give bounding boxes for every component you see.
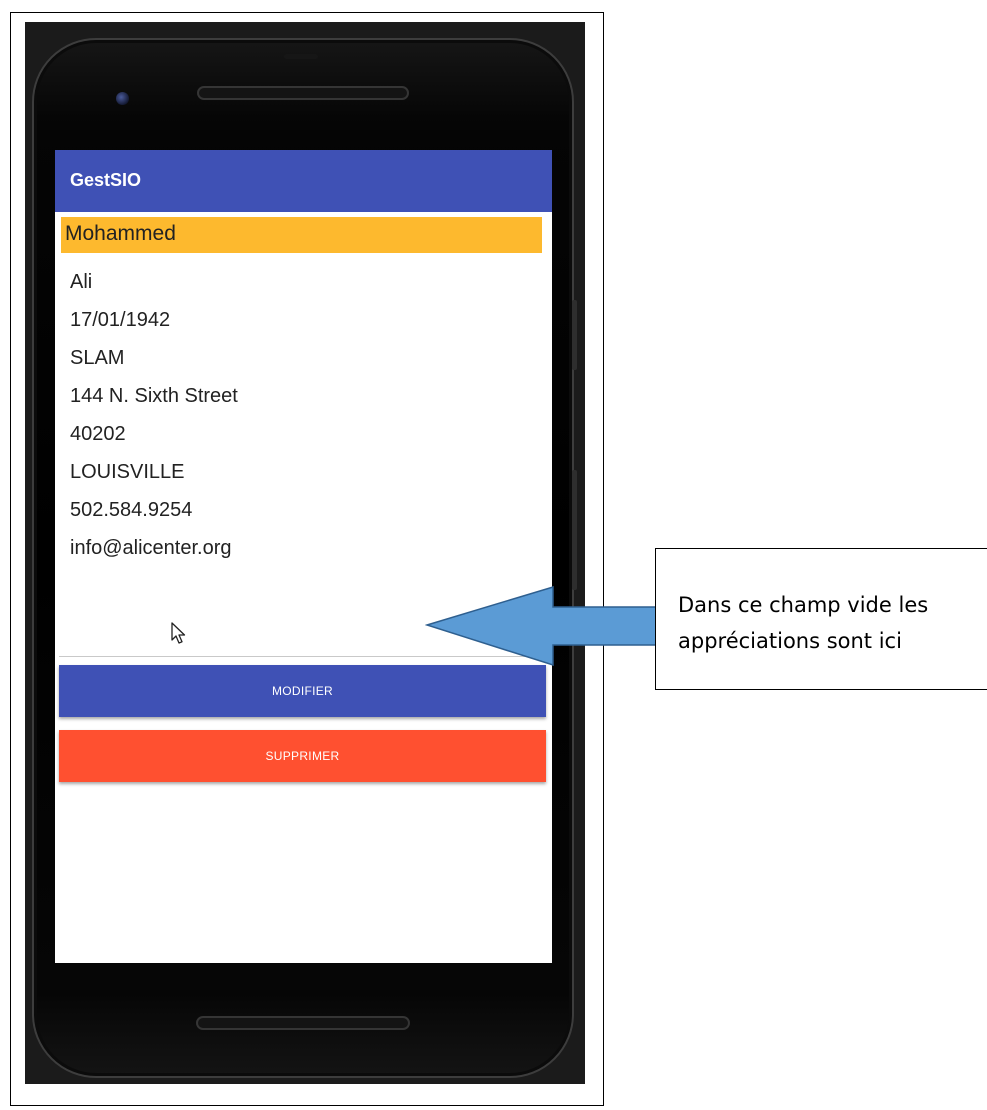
telephone-field[interactable]: 502.584.9254 — [70, 499, 192, 522]
code-postal-field[interactable]: 40202 — [70, 423, 126, 446]
earpiece-speaker — [197, 86, 409, 100]
nom-field[interactable]: Mohammed — [61, 217, 542, 253]
phone-screen: GestSIO Mohammed Ali 17/01/1942 SLAM 144… — [55, 150, 552, 963]
annotation-line-1: Dans ce champ vide les — [678, 593, 929, 617]
date-naissance-field[interactable]: 17/01/1942 — [70, 309, 170, 332]
prenom-field[interactable]: Ali — [70, 271, 92, 294]
email-field[interactable]: info@alicenter.org — [70, 537, 232, 560]
app-bar: GestSIO — [55, 150, 552, 212]
volume-button[interactable] — [572, 300, 577, 370]
annotation-arrow — [425, 585, 658, 667]
annotation-text: Dans ce champ vide les appréciations son… — [678, 587, 928, 659]
adresse-field[interactable]: 144 N. Sixth Street — [70, 385, 238, 408]
mouse-pointer-icon — [171, 622, 186, 644]
power-button[interactable] — [572, 470, 577, 590]
bottom-speaker — [196, 1016, 410, 1030]
phone-sensor — [284, 54, 318, 59]
front-camera-icon — [116, 92, 129, 105]
option-field[interactable]: SLAM — [70, 347, 124, 370]
annotation-callout: Dans ce champ vide les appréciations son… — [655, 548, 987, 690]
annotation-line-2: appréciations sont ici — [678, 629, 902, 653]
ville-field[interactable]: LOUISVILLE — [70, 461, 185, 484]
supprimer-button[interactable]: SUPPRIMER — [59, 730, 546, 782]
app-title: GestSIO — [70, 170, 142, 190]
